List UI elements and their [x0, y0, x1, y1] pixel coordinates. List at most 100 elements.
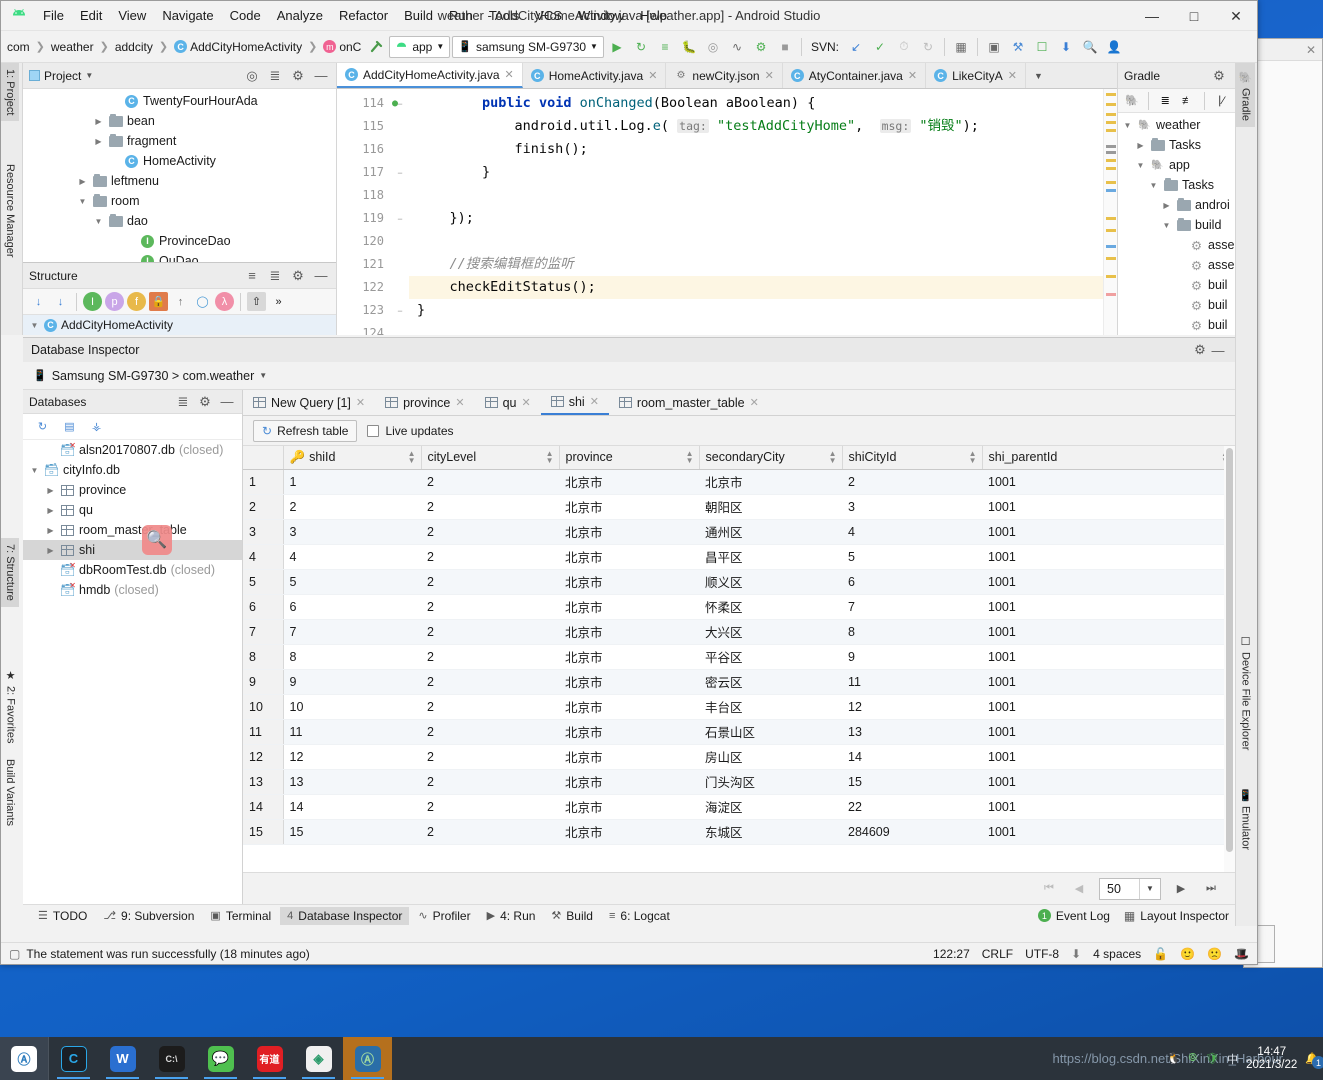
project-tree-node[interactable]: C TwentyFourHourAda — [23, 91, 336, 111]
table-cell[interactable]: 6 — [283, 594, 421, 619]
table-cell[interactable]: 5 — [283, 569, 421, 594]
code-marker[interactable] — [1106, 189, 1116, 192]
database-table-tab[interactable]: room_master_table ✕ — [609, 390, 769, 415]
project-tree-node[interactable]: ▶ bean — [23, 111, 336, 131]
hide-panel-icon[interactable]: — — [218, 393, 236, 411]
code-fold-marker[interactable]: − — [391, 299, 409, 322]
code-line[interactable]: public void onChanged(Boolean aBoolean) … — [409, 92, 1103, 115]
code-marker[interactable] — [1106, 103, 1116, 106]
collapse-all-icon[interactable]: ≣ — [266, 67, 284, 85]
code-folding-column[interactable]: − − − − — [391, 89, 409, 335]
database-tree-node[interactable]: ▶ qu — [23, 500, 242, 520]
sort-by-type-icon[interactable]: ↓ — [29, 292, 48, 311]
previous-page-button[interactable]: ◀ — [1069, 879, 1089, 899]
table-cell[interactable]: 1001 — [982, 769, 1235, 794]
table-row[interactable]: 6 6 2 北京市 怀柔区 7 1001 — [243, 594, 1235, 619]
table-cell[interactable]: 2 — [421, 619, 559, 644]
table-cell[interactable]: 北京市 — [699, 469, 842, 494]
build-hammer-icon[interactable] — [365, 36, 387, 58]
locate-file-icon[interactable]: ◎ — [243, 67, 261, 85]
user-account-icon[interactable]: 👤 — [1103, 36, 1125, 58]
expand-arrow-icon[interactable]: ▶ — [45, 546, 56, 555]
expand-arrow-icon[interactable]: ▼ — [77, 197, 88, 206]
taskbar-command-prompt-app[interactable]: C:\ — [147, 1037, 196, 1080]
column-header[interactable]: province ▲ ▼ — [559, 446, 699, 469]
tool-window-tab[interactable]: ≡ 6: Logcat — [602, 907, 677, 925]
code-marker[interactable] — [1106, 167, 1116, 170]
svn-history-icon[interactable]: ⏱ — [893, 36, 915, 58]
breadcrumb-method[interactable]: m onC — [321, 40, 363, 54]
project-tree-node[interactable]: ▼ room — [23, 191, 336, 211]
show-nonpublic-icon[interactable]: 🔒 — [149, 292, 168, 311]
table-cell[interactable]: 2 — [283, 494, 421, 519]
event-log-button[interactable]: 1 Event Log — [1038, 909, 1110, 923]
menu-tools[interactable]: Tools — [481, 4, 527, 27]
code-fold-marker[interactable] — [391, 230, 409, 253]
tool-window-tab[interactable]: ▣ Terminal — [203, 907, 278, 925]
expand-arrow-icon[interactable]: ▼ — [1161, 221, 1172, 230]
table-cell[interactable]: 2 — [421, 769, 559, 794]
project-tree-node[interactable]: I ProvinceDao — [23, 231, 336, 251]
svn-update-icon[interactable]: ↙ — [845, 36, 867, 58]
editor-tabs-more-button[interactable]: ▼ — [1026, 63, 1051, 88]
project-tree-node[interactable]: ▶ leftmenu — [23, 171, 336, 191]
tray-penguin-icon[interactable]: 🐧 — [1167, 1052, 1181, 1065]
table-cell[interactable]: 1001 — [982, 619, 1235, 644]
attach-debugger-icon[interactable]: ◎ — [702, 36, 724, 58]
code-fold-marker[interactable] — [391, 253, 409, 276]
sidebar-tab-device-file-explorer[interactable]: ☐ Device File Explorer — [1236, 629, 1255, 756]
expand-all-icon[interactable]: ≣ — [1156, 91, 1174, 110]
table-row[interactable]: 7 7 2 北京市 大兴区 8 1001 — [243, 619, 1235, 644]
table-cell[interactable]: 13 — [842, 719, 982, 744]
table-cell[interactable]: 2 — [421, 794, 559, 819]
table-cell[interactable]: 丰台区 — [699, 694, 842, 719]
apply-changes-icon[interactable]: ↻ — [630, 36, 652, 58]
expand-arrow-icon[interactable]: ▶ — [45, 526, 56, 535]
taskbar-wps-writer-app[interactable]: W — [98, 1037, 147, 1080]
detective-hat-icon[interactable]: 🎩 — [1234, 947, 1249, 961]
menu-view[interactable]: View — [110, 4, 154, 27]
table-cell[interactable]: 北京市 — [559, 619, 699, 644]
table-cell[interactable]: 北京市 — [559, 644, 699, 669]
expand-arrow-icon[interactable]: ▼ — [29, 466, 40, 475]
close-icon[interactable]: ✕ — [908, 69, 917, 82]
menu-vcs[interactable]: VCS — [527, 4, 570, 27]
happy-face-icon[interactable]: 🙂 — [1180, 947, 1195, 961]
table-cell[interactable]: 3 — [283, 519, 421, 544]
code-line[interactable] — [409, 230, 1103, 253]
tray-chinese-ime-icon[interactable]: 中 — [1227, 1051, 1238, 1067]
hide-panel-icon[interactable]: — — [312, 267, 330, 285]
table-cell[interactable]: 顺义区 — [699, 569, 842, 594]
close-icon[interactable]: ✕ — [1008, 69, 1017, 82]
svn-revert-icon[interactable]: ↻ — [917, 36, 939, 58]
table-cell[interactable]: 2 — [421, 494, 559, 519]
run-gutter-icon[interactable]: ● — [392, 92, 398, 115]
expand-arrow-icon[interactable]: ▶ — [93, 137, 104, 146]
stop-button[interactable]: ■ — [774, 36, 796, 58]
table-cell[interactable]: 284609 — [842, 819, 982, 844]
close-icon[interactable]: ✕ — [648, 69, 657, 82]
table-cell[interactable]: 2 — [421, 719, 559, 744]
database-tree-node[interactable]: ▶ province — [23, 480, 242, 500]
device-file-explorer-icon[interactable]: ⬇ — [1055, 36, 1077, 58]
table-cell[interactable]: 4 — [842, 519, 982, 544]
code-marker[interactable] — [1106, 181, 1116, 184]
taskbar-cmake-app[interactable]: C — [49, 1037, 98, 1080]
expand-arrow-icon[interactable]: ▶ — [45, 486, 56, 495]
database-tree-node[interactable]: ▼ 🗃 cityInfo.db — [23, 460, 242, 480]
grid-vertical-scrollbar[interactable] — [1224, 446, 1235, 872]
tool-window-tab[interactable]: ὜4 Database Inspector — [280, 907, 409, 925]
close-icon[interactable]: ✕ — [750, 396, 759, 409]
table-cell[interactable]: 2 — [842, 469, 982, 494]
database-process-selector[interactable]: 📱 Samsung SM-G9730 > com.weather ▼ — [23, 362, 1235, 390]
page-size-select[interactable]: 50 ▼ — [1099, 878, 1161, 900]
gradle-elephant-icon[interactable]: 🐘 — [1123, 91, 1141, 110]
tray-green-icon[interactable]: ⦾ — [1188, 1052, 1197, 1065]
caret-position[interactable]: 122:27 — [933, 947, 970, 961]
file-encoding[interactable]: UTF-8 — [1025, 947, 1059, 961]
show-properties-icon[interactable]: p — [105, 292, 124, 311]
show-fields-icon[interactable]: f — [127, 292, 146, 311]
code-marker[interactable] — [1106, 217, 1116, 220]
table-cell[interactable]: 2 — [421, 694, 559, 719]
collapse-all-icon[interactable]: ≣ — [266, 267, 284, 285]
